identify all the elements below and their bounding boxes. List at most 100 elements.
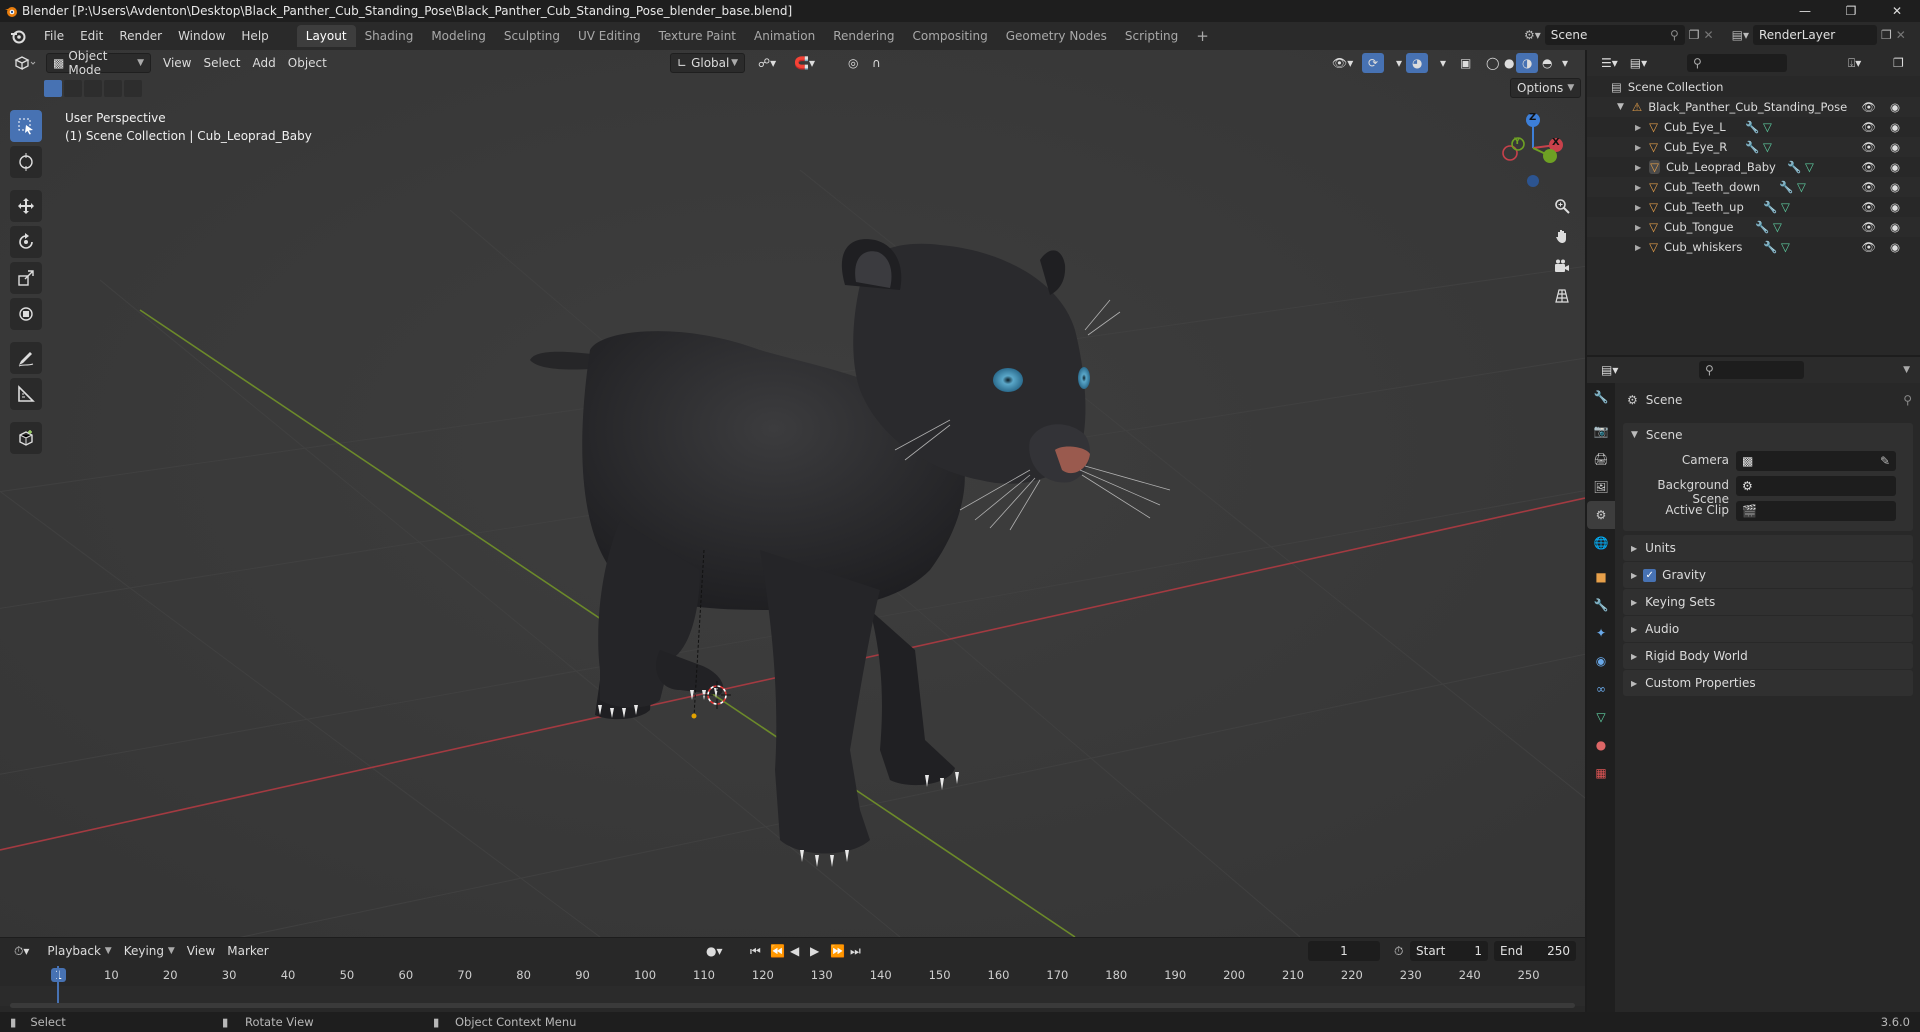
expand-arrow-icon[interactable]: ▶ bbox=[1635, 203, 1641, 212]
camera-render-icon[interactable]: ◉ bbox=[1890, 220, 1900, 234]
keying-sets-panel[interactable]: ▶ Keying Sets bbox=[1623, 589, 1913, 615]
tab-rendering[interactable]: Rendering bbox=[824, 25, 903, 47]
menu-window[interactable]: Window bbox=[170, 25, 233, 47]
outliner-object-row[interactable]: ▶ ▽ Cub_Eye_L 🔧 ▽ 👁 ◉ bbox=[1587, 117, 1920, 137]
tab-layout[interactable]: Layout bbox=[296, 25, 356, 47]
outliner-collection-row[interactable]: ▼ ⚠ Black_Panther_Cub_Standing_Pose 👁 ◉ bbox=[1587, 97, 1920, 117]
gravity-checkbox[interactable]: ✓ bbox=[1643, 568, 1657, 582]
eye-icon[interactable]: 👁 bbox=[1861, 100, 1876, 114]
expand-arrow-icon[interactable]: ▶ bbox=[1635, 243, 1641, 252]
tool-tab-icon[interactable]: 🔧 bbox=[1587, 383, 1615, 411]
timeline-scrollbar[interactable] bbox=[10, 1003, 1575, 1008]
display-mode-icon[interactable]: ▤▾ bbox=[1624, 53, 1653, 73]
start-frame-field[interactable]: Start 1 bbox=[1410, 941, 1488, 961]
camera-render-icon[interactable]: ◉ bbox=[1890, 140, 1900, 154]
expand-arrow-icon[interactable]: ▶ bbox=[1635, 123, 1641, 132]
menu-edit[interactable]: Edit bbox=[72, 25, 111, 47]
outliner-object-row-selected[interactable]: ▶ ▽ Cub_Leoprad_Baby 🔧 ▽ 👁 ◉ bbox=[1587, 157, 1920, 177]
frame-ruler[interactable]: 1102030405060708090100110120130140150160… bbox=[0, 966, 1585, 986]
camera-render-icon[interactable]: ◉ bbox=[1890, 180, 1900, 194]
scene-tab-icon[interactable]: ⚙ bbox=[1587, 501, 1615, 529]
eye-icon[interactable]: 👁 bbox=[1861, 120, 1876, 134]
move-icon[interactable] bbox=[10, 190, 42, 222]
outliner-object-row[interactable]: ▶ ▽ Cub_Teeth_down 🔧 ▽ 👁 ◉ bbox=[1587, 177, 1920, 197]
eye-icon[interactable]: 👁 bbox=[1861, 220, 1876, 234]
rotate-icon[interactable] bbox=[10, 226, 42, 258]
world-tab-icon[interactable]: 🌐 bbox=[1587, 529, 1615, 557]
modifier-tab-icon[interactable]: 🔧 bbox=[1587, 591, 1615, 619]
select-box-icon[interactable] bbox=[10, 110, 42, 142]
annotate-icon[interactable] bbox=[10, 342, 42, 374]
menu-add[interactable]: Add bbox=[247, 53, 282, 73]
select-new-icon[interactable] bbox=[44, 80, 62, 97]
copy-view-layer-icon[interactable]: ❐ bbox=[1881, 28, 1892, 42]
expand-arrow-icon[interactable]: ▶ bbox=[1635, 143, 1641, 152]
mode-dropdown[interactable]: ▩ Object Mode ▼ bbox=[46, 49, 151, 77]
remove-view-layer-icon[interactable]: ✕ bbox=[1896, 28, 1906, 42]
shading-options-icon[interactable]: ▾ bbox=[1556, 53, 1574, 73]
jump-end-icon[interactable]: ⏭ bbox=[844, 941, 867, 961]
background-scene-field[interactable]: ⚙ bbox=[1736, 476, 1896, 496]
eye-icon[interactable]: 👁 bbox=[1861, 160, 1876, 174]
units-panel[interactable]: ▶ Units bbox=[1623, 535, 1913, 561]
view-layer-selector[interactable]: RenderLayer bbox=[1752, 25, 1877, 45]
play-reverse-icon[interactable]: ◀ bbox=[784, 941, 805, 961]
scene-icon[interactable]: ⚙▾ bbox=[1524, 28, 1541, 42]
menu-keying[interactable]: Keying ▼ bbox=[118, 941, 181, 961]
tab-uv-editing[interactable]: UV Editing bbox=[569, 25, 650, 47]
tab-animation[interactable]: Animation bbox=[745, 25, 824, 47]
menu-marker[interactable]: Marker bbox=[221, 941, 274, 961]
select-intersect-icon[interactable] bbox=[124, 80, 142, 97]
stopwatch-icon[interactable]: ⏱ bbox=[1388, 941, 1409, 961]
menu-select[interactable]: Select bbox=[197, 53, 246, 73]
scene-panel-header[interactable]: ▼ Scene bbox=[1631, 428, 1683, 442]
camera-render-icon[interactable]: ◉ bbox=[1890, 120, 1900, 134]
tab-modeling[interactable]: Modeling bbox=[422, 25, 495, 47]
maximize-icon[interactable]: ❐ bbox=[1828, 0, 1874, 22]
outliner-editor-type-icon[interactable]: ☰▾ bbox=[1595, 53, 1624, 73]
zoom-icon[interactable] bbox=[1549, 193, 1575, 219]
data-tab-icon[interactable]: ▽ bbox=[1587, 703, 1615, 731]
menu-view[interactable]: View bbox=[157, 53, 197, 73]
end-frame-field[interactable]: End 250 bbox=[1494, 941, 1576, 961]
particles-tab-icon[interactable]: ✦ bbox=[1587, 619, 1615, 647]
collapse-arrow-icon[interactable]: ▼ bbox=[1617, 102, 1624, 112]
transform-icon[interactable] bbox=[10, 298, 42, 330]
render-tab-icon[interactable]: 📷 bbox=[1587, 417, 1615, 445]
menu-playback[interactable]: Playback ▼ bbox=[41, 941, 117, 961]
custom-properties-panel[interactable]: ▶ Custom Properties bbox=[1623, 670, 1913, 696]
outliner-object-row[interactable]: ▶ ▽ Cub_whiskers 🔧 ▽ 👁 ◉ bbox=[1587, 237, 1920, 257]
add-workspace-button[interactable]: + bbox=[1187, 25, 1218, 47]
material-tab-icon[interactable]: ● bbox=[1587, 731, 1615, 759]
3d-viewport[interactable] bbox=[0, 50, 1585, 937]
tab-texture-paint[interactable]: Texture Paint bbox=[650, 25, 745, 47]
expand-arrow-icon[interactable]: ▶ bbox=[1635, 223, 1641, 232]
view-layer-tab-icon[interactable]: 🖼 bbox=[1587, 473, 1615, 501]
select-subtract-icon[interactable] bbox=[84, 80, 102, 97]
camera-render-icon[interactable]: ◉ bbox=[1890, 160, 1900, 174]
options-button[interactable]: Options ▼ bbox=[1510, 78, 1582, 98]
select-invert-icon[interactable] bbox=[104, 80, 122, 97]
ortho-toggle-icon[interactable] bbox=[1549, 283, 1575, 309]
play-icon[interactable]: ▶ bbox=[804, 941, 825, 961]
falloff-icon[interactable]: ∩ bbox=[866, 53, 887, 73]
cursor-icon[interactable] bbox=[10, 146, 42, 178]
current-frame-field[interactable]: 1 bbox=[1308, 941, 1380, 961]
overlay-options-icon[interactable]: ▾ bbox=[1434, 53, 1452, 73]
audio-panel[interactable]: ▶ Audio bbox=[1623, 616, 1913, 642]
menu-file[interactable]: File bbox=[36, 25, 72, 47]
outliner-object-row[interactable]: ▶ ▽ Cub_Eye_R 🔧 ▽ 👁 ◉ bbox=[1587, 137, 1920, 157]
scene-selector[interactable]: Scene ⚲ bbox=[1544, 25, 1685, 45]
outliner-object-row[interactable]: ▶ ▽ Cub_Teeth_up 🔧 ▽ 👁 ◉ bbox=[1587, 197, 1920, 217]
snap-icon[interactable]: 🧲▾ bbox=[788, 53, 821, 73]
menu-timeline-view[interactable]: View bbox=[181, 941, 221, 961]
view-layer-icon[interactable]: ▤▾ bbox=[1732, 28, 1749, 42]
eye-icon[interactable]: 👁 bbox=[1861, 180, 1876, 194]
expand-arrow-icon[interactable]: ▶ bbox=[1635, 163, 1641, 172]
select-extend-icon[interactable] bbox=[64, 80, 82, 97]
visibility-selectability-icon[interactable]: 👁▾ bbox=[1326, 53, 1359, 73]
add-cube-icon[interactable] bbox=[10, 422, 42, 454]
output-tab-icon[interactable]: 🖨 bbox=[1587, 445, 1615, 473]
eye-icon[interactable]: 👁 bbox=[1861, 200, 1876, 214]
tab-geometry-nodes[interactable]: Geometry Nodes bbox=[997, 25, 1116, 47]
